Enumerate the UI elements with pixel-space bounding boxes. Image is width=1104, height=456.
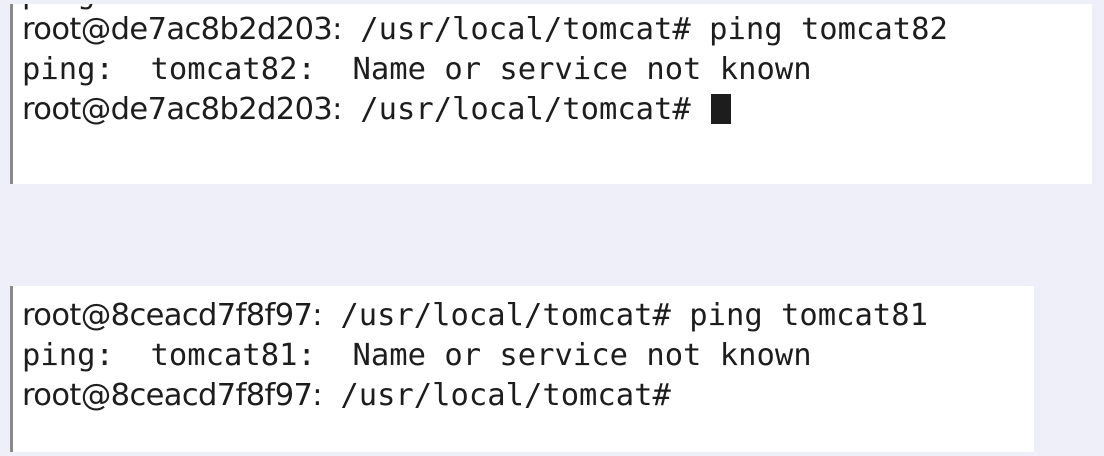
prompt-path: /usr/local/tomcat# (321, 298, 671, 333)
terminal-line-output: ping: tomcat82: Name or service not know… (22, 50, 812, 90)
prompt-host: root@de7ac8b2d203: (22, 92, 342, 127)
terminal-line-prompt[interactable]: root@8ceacd7f8f97: /usr/local/tomcat# (22, 376, 671, 416)
command-text: ping tomcat82 (690, 12, 948, 47)
terminal-line-output: ping: tomcat81: Name or service not know… (22, 336, 812, 376)
prompt-path: /usr/local/tomcat# (341, 12, 691, 47)
terminal-line-command: root@de7ac8b2d203: /usr/local/tomcat# pi… (22, 10, 948, 50)
prompt-host: root@8ceacd7f8f97: (22, 378, 323, 413)
terminal-cursor (711, 94, 732, 124)
output-text: ping: tomcat82: Name or service not know… (22, 52, 812, 87)
command-text: ping tomcat81 (670, 298, 928, 333)
prompt-path: /usr/local/tomcat# (341, 92, 691, 127)
prompt-host: root@8ceacd7f8f97: (22, 298, 323, 333)
command-text (691, 92, 709, 127)
terminal-top[interactable]: ping: tomcat82: Name or service not know… (10, 4, 1092, 184)
terminal-line-command: root@8ceacd7f8f97: /usr/local/tomcat# pi… (22, 296, 928, 336)
prompt-host: root@de7ac8b2d203: (22, 12, 342, 47)
terminal-line-prompt[interactable]: root@de7ac8b2d203: /usr/local/tomcat# (22, 90, 732, 130)
terminal-bottom[interactable]: root@8ceacd7f8f97: /usr/local/tomcat# pi… (10, 286, 1034, 452)
output-text: ping: tomcat81: Name or service not know… (22, 338, 812, 373)
prompt-path: /usr/local/tomcat# (321, 378, 671, 413)
